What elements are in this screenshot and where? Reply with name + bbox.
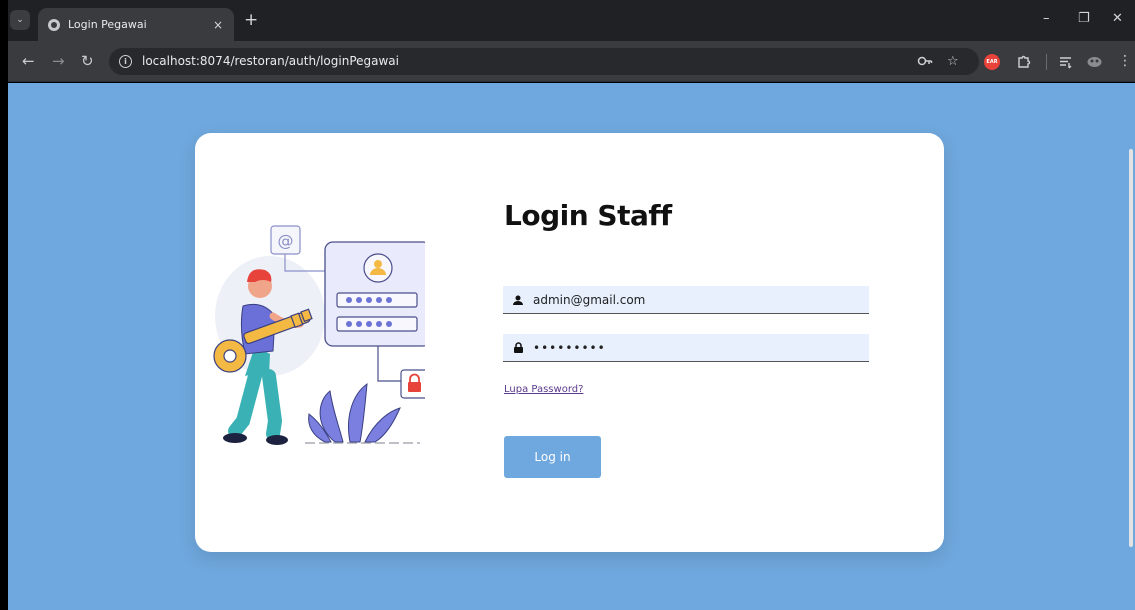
tab-search-button[interactable]: ⌄ [10, 10, 30, 30]
bookmark-star-icon[interactable]: ☆ [947, 54, 959, 69]
more-menu-icon[interactable]: ⋮ [1118, 54, 1132, 69]
email-input[interactable] [533, 286, 869, 313]
tab-close-icon[interactable]: × [210, 18, 226, 32]
reading-list-icon[interactable] [1058, 54, 1073, 73]
close-window-button[interactable]: ✕ [1112, 12, 1123, 26]
login-illustration: @ [213, 225, 425, 445]
login-card: @ Login Staff admin@gmail.com ••••••••• … [195, 133, 944, 552]
password-input[interactable] [533, 334, 869, 361]
browser-toolbar: ← → ↻ i localhost:8074/restoran/auth/log… [8, 41, 1135, 82]
restore-button[interactable]: ❐ [1078, 12, 1090, 26]
scrollbar-thumb[interactable] [1129, 149, 1133, 547]
extension-icon[interactable]: EAR [984, 54, 1000, 70]
email-field[interactable] [503, 286, 869, 314]
minimize-button[interactable]: – [1043, 12, 1050, 26]
forgot-password-link[interactable]: Lupa Password? [504, 384, 583, 395]
globe-icon [48, 18, 60, 31]
toolbar-divider [1046, 54, 1047, 70]
profile-avatar-icon[interactable] [1086, 54, 1103, 73]
lock-icon [503, 342, 533, 353]
scrollbar[interactable] [1127, 83, 1135, 610]
password-key-icon[interactable] [917, 54, 933, 72]
new-tab-button[interactable]: + [244, 12, 258, 29]
forward-button[interactable]: → [52, 53, 65, 69]
page-content: @ Login Staff admin@gmail.com ••••••••• … [8, 83, 1135, 610]
user-icon [503, 295, 533, 305]
window-edge [0, 0, 8, 610]
password-field[interactable] [503, 334, 869, 362]
url-text[interactable]: localhost:8074/restoran/auth/loginPegawa… [142, 54, 399, 68]
tab-login-pegawai[interactable]: Login Pegawai × [38, 8, 234, 41]
back-button[interactable]: ← [22, 53, 35, 69]
tab-title: Login Pegawai [68, 18, 147, 31]
page-title: Login Staff [504, 199, 672, 232]
login-button[interactable]: Log in [504, 436, 601, 478]
extensions-puzzle-icon[interactable] [1017, 54, 1032, 73]
site-info-icon[interactable]: i [119, 55, 132, 68]
reload-button[interactable]: ↻ [81, 53, 94, 69]
address-bar[interactable]: i localhost:8074/restoran/auth/loginPega… [109, 48, 979, 75]
svg-text:@: @ [278, 231, 294, 250]
tab-strip: ⌄ Login Pegawai × + – ❐ ✕ [8, 0, 1135, 41]
